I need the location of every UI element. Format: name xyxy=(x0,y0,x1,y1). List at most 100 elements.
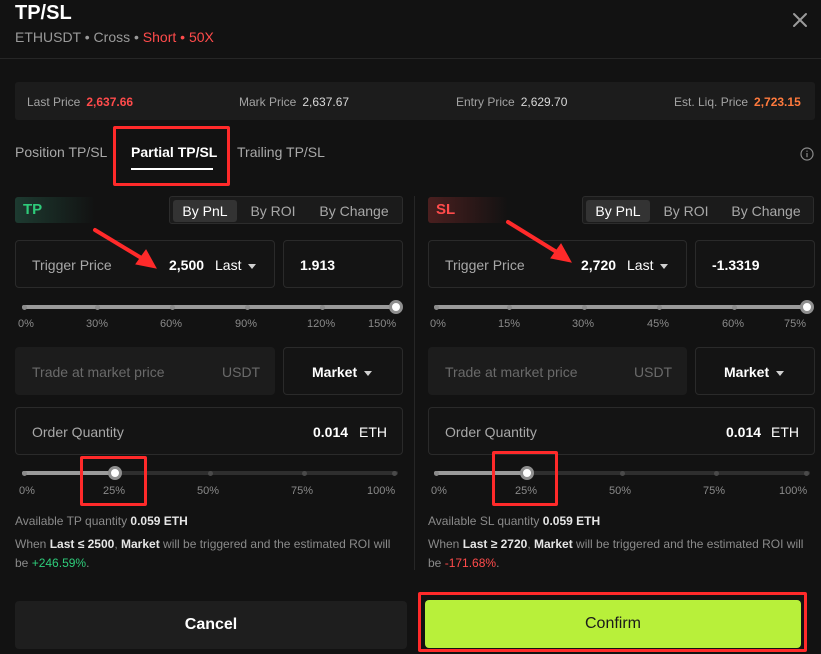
sl-trigger-slider[interactable] xyxy=(434,300,814,314)
tp-badge: TP xyxy=(15,197,95,223)
sl-qty-slider[interactable] xyxy=(434,466,810,480)
dialog-title: TP/SL xyxy=(15,2,72,24)
tick-label: 75% xyxy=(291,485,314,497)
tp-note-line1: When Last ≤ 2500, Market will be trigger… xyxy=(15,537,391,551)
note-text: . xyxy=(496,556,500,570)
slider-step xyxy=(620,471,625,476)
slider-step xyxy=(714,471,719,476)
slider-knob[interactable] xyxy=(800,300,814,314)
tp-available: Available TP quantity 0.059 ETH xyxy=(15,514,188,528)
tick-label: 0% xyxy=(18,318,34,330)
cancel-button[interactable]: Cancel xyxy=(15,601,407,649)
tab-trailing-tpsl[interactable]: Trailing TP/SL xyxy=(237,144,325,160)
confirm-button[interactable]: Confirm xyxy=(425,600,801,648)
leverage-label: 50X xyxy=(188,29,214,45)
tick-label: 0% xyxy=(430,318,446,330)
info-icon[interactable] xyxy=(800,147,814,161)
caret-down-icon xyxy=(248,263,257,269)
entry-price: Entry Price 2,629.70 xyxy=(456,95,567,109)
highlight-box-tp-qty xyxy=(80,456,147,506)
tp-qty-label: Order Quantity xyxy=(32,424,124,440)
sl-trigger-label: Trigger Price xyxy=(445,257,525,273)
tp-trade-price-placeholder: Trade at market price xyxy=(32,364,165,380)
tp-order-type: Market xyxy=(312,364,373,380)
last-price: Last Price 2,637.66 xyxy=(27,95,133,109)
sl-trade-unit: USDT xyxy=(634,364,673,380)
tick-label: 45% xyxy=(647,318,670,330)
margin-mode-label: Cross xyxy=(93,29,131,45)
sl-qty-label: Order Quantity xyxy=(445,424,537,440)
tp-available-value: 0.059 ETH xyxy=(130,514,188,528)
tp-trigger-label: Trigger Price xyxy=(32,257,112,273)
sl-mode-by-roi[interactable]: By ROI xyxy=(652,200,720,222)
note-text: When xyxy=(15,537,47,551)
tp-note-line2: be +246.59%. xyxy=(15,556,89,570)
tp-mode-switch: By PnL By ROI By Change xyxy=(169,196,403,224)
header-divider xyxy=(0,58,821,59)
slider-step xyxy=(804,471,809,476)
separator: • xyxy=(80,29,94,45)
symbol-label: ETHUSDT xyxy=(15,29,81,45)
close-icon[interactable] xyxy=(789,9,811,31)
liq-price-value: 2,723.15 xyxy=(754,95,801,109)
slider-step xyxy=(392,471,397,476)
slider-step xyxy=(434,471,439,476)
position-summary: ETHUSDT • Cross • Short • 50X xyxy=(15,29,214,45)
sl-order-type-label: Market xyxy=(724,364,770,380)
highlight-box-partial-tab xyxy=(113,126,230,186)
tick-label: 120% xyxy=(307,318,336,330)
sl-qty-value: 0.014 xyxy=(726,424,762,440)
highlight-box-sl-qty xyxy=(492,451,558,506)
tp-mode-by-change[interactable]: By Change xyxy=(309,200,399,222)
sl-available-label: Available SL quantity xyxy=(428,514,540,528)
sl-note-order: Market xyxy=(534,537,573,551)
tick-label: 60% xyxy=(722,318,745,330)
slider-step xyxy=(95,305,100,310)
tp-mode-by-pnl[interactable]: By PnL xyxy=(173,200,237,222)
slider-knob[interactable] xyxy=(389,300,403,314)
tab-position-tpsl[interactable]: Position TP/SL xyxy=(15,144,107,160)
slider-fill xyxy=(434,305,804,309)
tp-qty-slider[interactable] xyxy=(22,466,398,480)
slider-step xyxy=(582,305,587,310)
sl-note-line2: be -171.68%. xyxy=(428,556,499,570)
tick-label: 75% xyxy=(703,485,726,497)
slider-step xyxy=(245,305,250,310)
sl-mode-by-pnl[interactable]: By PnL xyxy=(586,200,650,222)
tick-label: 75% xyxy=(784,318,807,330)
tick-label: 15% xyxy=(498,318,521,330)
tp-trigger-type-select[interactable]: Last xyxy=(215,257,257,273)
sl-note-line1: When Last ≥ 2720, Market will be trigger… xyxy=(428,537,804,551)
liq-price-label: Est. Liq. Price xyxy=(674,95,749,109)
note-text: When xyxy=(428,537,460,551)
caret-down-icon xyxy=(660,263,669,269)
tick-label: 90% xyxy=(235,318,258,330)
separator: • xyxy=(176,29,189,45)
side-label: Short xyxy=(142,29,177,45)
tick-label: 150% xyxy=(368,318,397,330)
tp-available-label: Available TP quantity xyxy=(15,514,128,528)
tp-order-type-label: Market xyxy=(312,364,358,380)
tick-label: 100% xyxy=(367,485,396,497)
slider-step xyxy=(732,305,737,310)
sl-available-value: 0.059 ETH xyxy=(542,514,601,528)
mark-price: Mark Price 2,637.67 xyxy=(239,95,349,109)
caret-down-icon xyxy=(364,370,373,376)
tick-label: 60% xyxy=(160,318,183,330)
sl-estimated-roi: -171.68% xyxy=(444,556,497,570)
sl-mode-by-change[interactable]: By Change xyxy=(722,200,810,222)
sl-badge: SL xyxy=(428,197,508,223)
tp-trigger-value: 2,500 xyxy=(169,257,205,273)
slider-step xyxy=(208,471,213,476)
sl-pnl-value: -1.3319 xyxy=(712,257,760,273)
sl-mode-switch: By PnL By ROI By Change xyxy=(582,196,814,224)
tp-qty-unit: ETH xyxy=(359,424,387,440)
slider-step xyxy=(22,471,27,476)
tp-trigger-slider[interactable] xyxy=(22,300,403,314)
sl-trigger-type-label: Last xyxy=(627,257,654,273)
last-price-value: 2,637.66 xyxy=(86,95,134,109)
sl-trigger-type-select[interactable]: Last xyxy=(627,257,669,273)
last-price-label: Last Price xyxy=(27,95,81,109)
tp-mode-by-roi[interactable]: By ROI xyxy=(239,200,307,222)
mark-price-value: 2,637.67 xyxy=(302,95,350,109)
